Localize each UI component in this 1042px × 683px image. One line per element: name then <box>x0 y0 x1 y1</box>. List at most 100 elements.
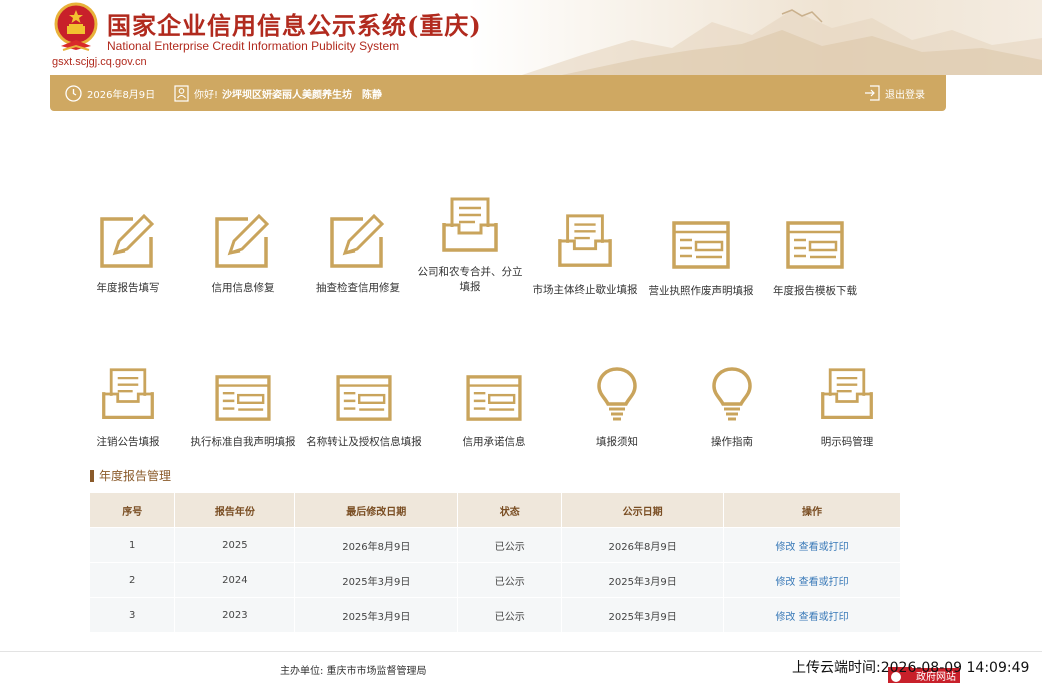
cell-published: 2026年8月9日 <box>561 527 725 563</box>
cell-modified: 2026年8月9日 <box>294 527 459 563</box>
col-header: 操作 <box>723 493 901 528</box>
table-row: 1 2025 2026年8月9日 已公示 2026年8月9日 修改 查看或打印 <box>90 527 901 563</box>
func-label: 年度报告模板下载 <box>773 285 857 297</box>
func-credit-commitment[interactable]: 信用承诺信息 <box>434 374 554 450</box>
col-header: 最后修改日期 <box>294 493 459 528</box>
func-label: 信用信息修复 <box>211 282 275 294</box>
user-card-icon <box>174 84 189 102</box>
func-label: 注销公告填报 <box>96 436 160 448</box>
form-icon <box>215 375 271 421</box>
lightbulb-icon <box>712 367 752 421</box>
cell-no: 3 <box>90 597 176 632</box>
logout-label: 退出登录 <box>885 89 925 101</box>
func-label: 公司和农专合并、分立 <box>417 266 523 278</box>
func-label: 执行标准自我声明填报 <box>190 436 296 448</box>
pen-icon <box>100 213 155 268</box>
cell-year: 2024 <box>174 562 296 598</box>
site-header: 国家企业信用信息公示系统(重庆) National Enterprise Cre… <box>0 0 1042 75</box>
func-label: 填报须知 <box>596 436 638 448</box>
section-marker <box>90 469 94 482</box>
cell-status: 已公示 <box>457 562 563 598</box>
cell-actions: 修改 查看或打印 <box>723 597 901 632</box>
logout-icon <box>865 85 880 101</box>
enterprise-name: 沙坪坝区妍姿丽人美颜养生坊 <box>222 89 353 101</box>
func-name-transfer[interactable]: 名称转让及授权信息填报 <box>304 374 424 450</box>
section-title-text: 年度报告管理 <box>99 469 172 483</box>
func-label: 年度报告填写 <box>96 282 160 294</box>
date-display: 2026年8月9日 <box>65 75 155 111</box>
view-print-link[interactable]: 查看或打印 <box>799 542 849 553</box>
cell-status: 已公示 <box>457 527 563 563</box>
col-header: 报告年份 <box>174 493 296 528</box>
func-cancellation-notice[interactable]: 注销公告填报 <box>68 366 188 450</box>
pen-icon <box>215 213 270 268</box>
inbox-icon <box>558 214 612 267</box>
func-label: 营业执照作废声明填报 <box>648 285 754 297</box>
user-info: 你好! 沙坪坝区妍姿丽人美颜养生坊 陈静 <box>174 75 382 111</box>
func-label-line2: 填报 <box>459 281 481 293</box>
greeting-text: 你好! <box>194 89 219 101</box>
table-row: 3 2023 2025年3月9日 已公示 2025年3月9日 修改 查看或打印 <box>90 597 901 632</box>
edit-link[interactable]: 修改 <box>775 542 795 553</box>
func-code-management[interactable]: 明示码管理 <box>787 366 907 450</box>
func-operation-guide[interactable]: 操作指南 <box>672 366 792 450</box>
func-termination-fill[interactable]: 市场主体终止歇业填报 <box>525 212 645 298</box>
inbox-icon <box>821 368 873 419</box>
func-merger-split-fill[interactable]: 公司和农专合并、分立 填报 <box>410 195 530 295</box>
lightbulb-icon <box>597 367 637 421</box>
func-template-download[interactable]: 年度报告模板下载 <box>755 220 875 299</box>
site-domain: gsxt.scjgj.cq.gov.cn <box>52 56 147 68</box>
host-organization: 主办单位: 重庆市市场监督管理局 <box>280 666 427 677</box>
national-emblem-icon <box>54 2 98 51</box>
view-print-link[interactable]: 查看或打印 <box>799 577 849 588</box>
func-filing-notice[interactable]: 填报须知 <box>557 366 677 450</box>
upload-time-stamp: 上传云端时间:2026-08-09 14:09:49 <box>792 660 1030 676</box>
col-header: 序号 <box>90 493 176 528</box>
form-icon <box>466 375 522 421</box>
user-name: 陈静 <box>362 89 383 101</box>
table-row: 2 2024 2025年3月9日 已公示 2025年3月9日 修改 查看或打印 <box>90 562 901 598</box>
date-text: 2026年8月9日 <box>87 89 156 101</box>
annual-report-table: 序号 报告年份 最后修改日期 状态 公示日期 操作 1 2025 2026年8月… <box>90 493 901 632</box>
cell-year: 2025 <box>174 527 296 563</box>
func-label: 抽查检查信用修复 <box>316 282 400 294</box>
inbox-icon <box>442 197 498 252</box>
section-title: 年度报告管理 <box>90 467 171 484</box>
edit-link[interactable]: 修改 <box>775 577 795 588</box>
system-subtitle: National Enterprise Credit Information P… <box>107 39 400 53</box>
func-inspection-credit-repair[interactable]: 抽查检查信用修复 <box>298 210 418 296</box>
footer-divider <box>0 651 1042 652</box>
edit-link[interactable]: 修改 <box>775 612 795 623</box>
cell-status: 已公示 <box>457 597 563 632</box>
func-license-void-fill[interactable]: 营业执照作废声明填报 <box>641 220 761 299</box>
func-label: 明示码管理 <box>820 436 874 448</box>
func-credit-repair[interactable]: 信用信息修复 <box>183 210 303 296</box>
func-standard-declaration[interactable]: 执行标准自我声明填报 <box>183 374 303 450</box>
logout-button[interactable]: 退出登录 <box>864 75 925 111</box>
mountain-landscape-image <box>522 9 1042 75</box>
view-print-link[interactable]: 查看或打印 <box>799 612 849 623</box>
func-label: 信用承诺信息 <box>462 436 526 448</box>
cell-actions: 修改 查看或打印 <box>723 562 901 598</box>
col-header: 状态 <box>457 493 563 528</box>
cell-published: 2025年3月9日 <box>561 562 725 598</box>
form-icon <box>672 221 730 269</box>
cell-published: 2025年3月9日 <box>561 597 725 632</box>
table-header-row: 序号 报告年份 最后修改日期 状态 公示日期 操作 <box>90 493 901 528</box>
cell-year: 2023 <box>174 597 296 632</box>
inbox-icon <box>102 368 154 419</box>
cell-modified: 2025年3月9日 <box>294 597 459 632</box>
func-label: 操作指南 <box>711 436 753 448</box>
cell-no: 1 <box>90 527 176 563</box>
func-label: 市场主体终止歇业填报 <box>532 284 638 296</box>
pen-icon <box>330 213 385 268</box>
form-icon <box>336 375 392 421</box>
form-icon <box>786 221 844 269</box>
cell-modified: 2025年3月9日 <box>294 562 459 598</box>
clock-icon <box>65 84 82 102</box>
func-annual-report-fill[interactable]: 年度报告填写 <box>68 210 188 296</box>
cell-actions: 修改 查看或打印 <box>723 527 901 563</box>
col-header: 公示日期 <box>561 493 725 528</box>
top-bar: 2026年8月9日 你好! 沙坪坝区妍姿丽人美颜养生坊 陈静 退出登录 <box>50 75 946 111</box>
cell-no: 2 <box>90 562 176 598</box>
